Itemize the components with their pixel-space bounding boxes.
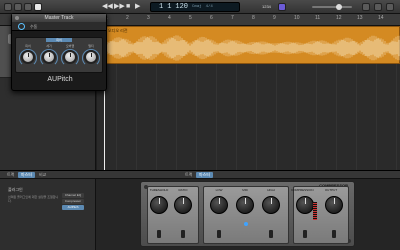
plugin-tab[interactable]: 피치 [46, 38, 72, 42]
power-icon[interactable] [18, 23, 25, 30]
ruler-tick-label: 2 [126, 15, 129, 21]
knob-label: COMPRESSION [291, 188, 314, 192]
knob-label: RATIO [178, 188, 188, 192]
ruler-tick-label: 8 [252, 15, 255, 21]
ruler-tick-label: 9 [273, 15, 276, 21]
knob-dial[interactable] [21, 50, 35, 64]
knob-dial[interactable] [63, 50, 77, 64]
toggle-switch[interactable] [303, 230, 307, 238]
high-knob[interactable] [262, 196, 280, 214]
metronome-button[interactable] [278, 3, 286, 11]
forward-icon[interactable]: ▶▶ [114, 3, 125, 11]
knob-label: OUTPUT [324, 188, 338, 192]
eq-section [203, 186, 289, 244]
ruler-tick-label: 11 [315, 15, 321, 21]
media-browser-button[interactable] [386, 3, 394, 11]
tab-center-master[interactable]: 마스터 [196, 172, 214, 178]
plugin-toolbar: 수동 [12, 22, 106, 31]
lcd-beat: 1 [167, 3, 172, 11]
inspector-title: 플러그인 [8, 187, 23, 192]
toggle-switch[interactable] [181, 230, 185, 238]
threshold-knob[interactable] [150, 196, 168, 214]
smart-controls-tabs: 트랙 마스터 비교 트랙 마스터 [0, 171, 400, 179]
notepad-button[interactable] [362, 3, 370, 11]
knob-dial[interactable] [42, 50, 56, 64]
help-button[interactable] [14, 3, 22, 11]
lcd-tempo: 120 [175, 3, 189, 11]
plugin-list: Channel EQ Compressor AUPitch [62, 193, 84, 211]
count-in-toggle[interactable]: 1234 [262, 3, 271, 11]
output-section [293, 186, 349, 244]
plugin-list-item[interactable]: Compressor [62, 199, 84, 204]
ruler-tick-label: 3 [147, 15, 150, 21]
plugin-list-item[interactable]: AUPitch [62, 205, 84, 210]
ruler-tick-label: 6 [210, 15, 213, 21]
knob-dial[interactable] [84, 50, 98, 64]
plugin-window: Master Track 수동 피치 피치 세기 오버랩 멀티 AUPitch [11, 13, 107, 91]
compressor-section [147, 186, 199, 244]
lcd-bar: 1 [159, 3, 164, 11]
plugin-window-title: Master Track [44, 15, 74, 21]
ruler-tick-label: 14 [378, 15, 384, 21]
plugin-list-item[interactable]: Channel EQ [62, 193, 84, 198]
compressor-panel: COMPRESSOR THRESHOLD RATIO LOW MID HIGH … [140, 181, 355, 247]
plugin-name: AUPitch [47, 76, 73, 83]
tab-track[interactable]: 트랙 [4, 172, 17, 178]
toggle-switch[interactable] [217, 230, 221, 238]
ruler-tick-label: 4 [168, 15, 171, 21]
knob-overlap[interactable]: 오버랩 [61, 44, 79, 70]
close-icon[interactable] [15, 16, 19, 20]
ruler-tick-label: 12 [336, 15, 342, 21]
knob-label: THRESHOLD [149, 188, 169, 192]
gain-reduction-meter [313, 202, 317, 220]
ratio-knob[interactable] [174, 196, 192, 214]
plugin-controls: 피치 피치 세기 오버랩 멀티 [15, 37, 103, 73]
play-icon[interactable]: ▶ [135, 3, 140, 11]
toggle-switch[interactable] [332, 230, 336, 238]
lcd-signature: 4/4 [205, 5, 213, 9]
loop-browser-button[interactable] [374, 3, 382, 11]
plugin-titlebar[interactable]: Master Track [12, 14, 106, 22]
tab-center-track[interactable]: 트랙 [182, 172, 195, 178]
stop-icon[interactable]: ■ [126, 3, 130, 11]
editors-button[interactable] [34, 3, 42, 11]
tab-compare[interactable]: 비교 [36, 172, 49, 178]
timeline-ruler[interactable]: 1234567891011121314 [97, 14, 400, 26]
eq-led [244, 222, 248, 226]
ruler-tick-label: 10 [294, 15, 300, 21]
ruler-tick-label: 5 [189, 15, 192, 21]
toggle-switch[interactable] [269, 230, 273, 238]
ruler-tick-label: 13 [357, 15, 363, 21]
plugin-inspector: 플러그인 선택된 플러그인에 대한 설정을 조절합니다. Channel EQ … [0, 179, 96, 250]
audio-region[interactable]: 오디오 리전 [104, 26, 400, 64]
knob-label: MID [242, 188, 248, 192]
tab-master[interactable]: 마스터 [18, 172, 36, 178]
knob-label: HIGH [267, 188, 275, 192]
audio-waveform [105, 35, 400, 61]
knob-multi[interactable]: 멀티 [82, 44, 100, 70]
lcd-key: Cmaj [192, 5, 202, 9]
compression-knob[interactable] [296, 196, 314, 214]
ruler-tick-label: 7 [231, 15, 234, 21]
inspector-description: 선택된 플러그인에 대한 설정을 조절합니다. [8, 195, 59, 203]
knob-label: LOW [215, 188, 223, 192]
toggle-switch[interactable] [157, 230, 161, 238]
knob-pitch[interactable]: 피치 [19, 44, 37, 70]
smart-controls-button[interactable] [24, 3, 32, 11]
output-knob[interactable] [325, 196, 343, 214]
rewind-icon[interactable]: ◀◀ [102, 3, 113, 11]
mid-knob[interactable] [236, 196, 254, 214]
control-bar: ◀◀ ▶▶ ■ ▶ 1 1 120 Cmaj 4/4 1234 [0, 0, 400, 14]
waveform-path [105, 35, 400, 61]
knob-amount[interactable]: 세기 [40, 44, 58, 70]
lcd-display[interactable]: 1 1 120 Cmaj 4/4 [150, 2, 240, 12]
master-volume-slider[interactable] [312, 4, 352, 10]
low-knob[interactable] [210, 196, 228, 214]
preset-selector[interactable]: 수동 [30, 23, 90, 30]
library-button[interactable] [4, 3, 12, 11]
